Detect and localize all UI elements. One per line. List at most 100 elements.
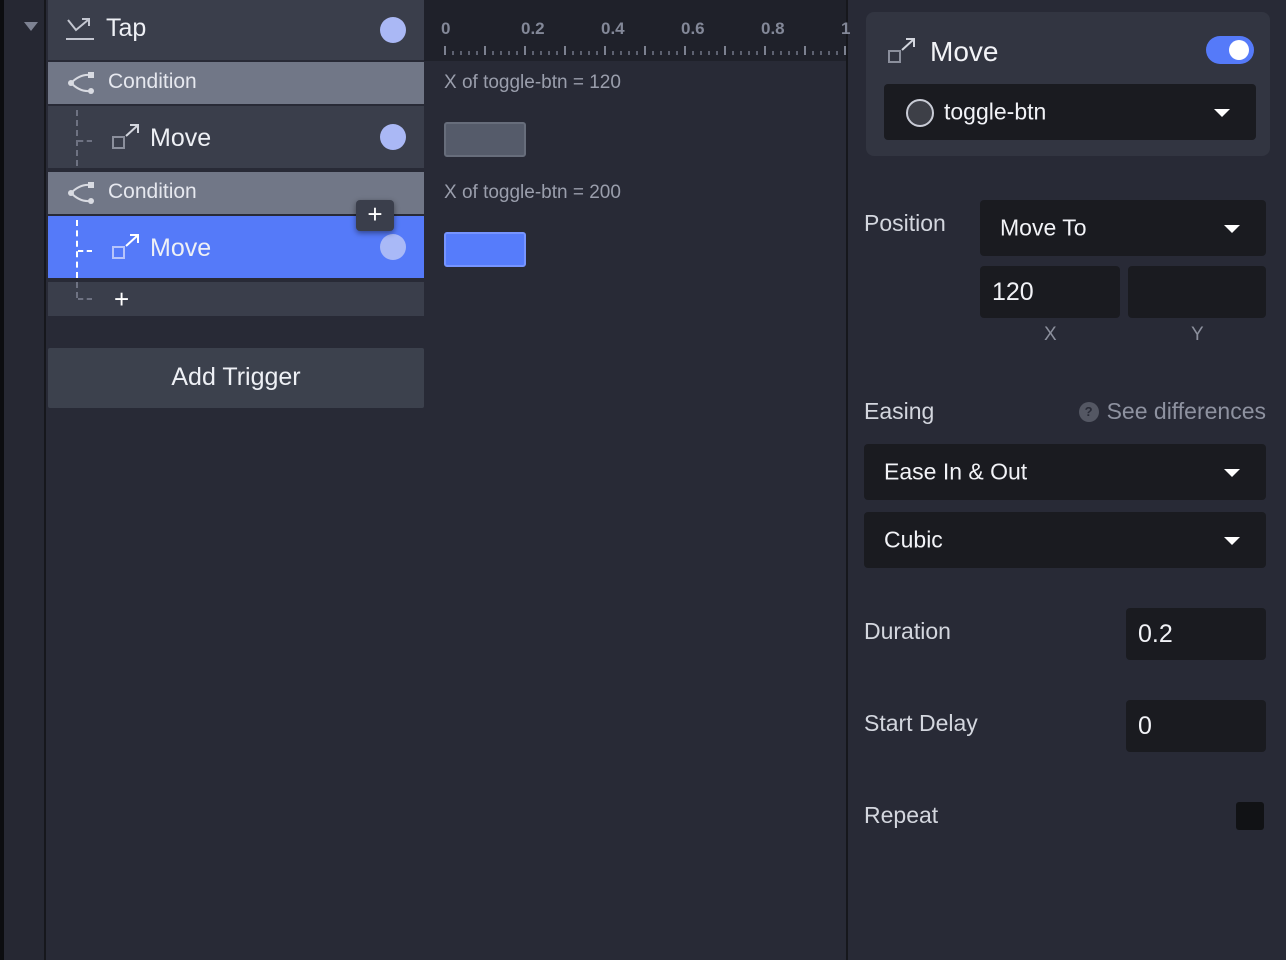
position-y-input[interactable]	[1128, 266, 1266, 318]
repeat-checkbox[interactable]	[1236, 802, 1264, 830]
ruler-minor-tick	[828, 51, 830, 55]
timeline-bar-selected[interactable]	[444, 232, 526, 267]
ruler-major-tick	[764, 46, 766, 55]
layer-circle-icon	[906, 99, 934, 127]
ruler-minor-tick	[596, 51, 598, 55]
status-dot[interactable]	[380, 124, 406, 150]
ruler-minor-tick	[636, 51, 638, 55]
timeline-bar[interactable]	[444, 122, 526, 157]
condition-label: Condition	[108, 70, 197, 93]
action-label: Move	[150, 124, 212, 152]
tree-connector	[76, 220, 78, 278]
move-icon	[112, 124, 139, 149]
toggle-knob	[1229, 40, 1249, 60]
enable-toggle[interactable]	[1206, 36, 1254, 64]
caret-down-icon	[1224, 225, 1240, 233]
ruler-minor-tick	[692, 51, 694, 55]
add-trigger-button[interactable]: Add Trigger	[48, 348, 424, 408]
see-differences-text: See differences	[1106, 398, 1266, 424]
ruler-minor-tick	[628, 51, 630, 55]
target-layer-select[interactable]: toggle-btn	[884, 84, 1256, 140]
ruler-minor-tick	[708, 51, 710, 55]
ruler-minor-tick	[748, 51, 750, 55]
ruler-minor-tick	[588, 51, 590, 55]
move-icon	[888, 38, 915, 63]
timeline-panel: 0 0.2 0.4 0.6 0.8 1 X of toggle-btn = 120 X o…	[424, 0, 850, 960]
easing-type-select[interactable]: Ease In & Out	[864, 444, 1266, 500]
ruler-major-tick	[684, 46, 686, 55]
ruler-minor-tick	[460, 51, 462, 55]
ruler-minor-tick	[556, 51, 558, 55]
action-title: Move	[930, 36, 999, 67]
action-row-move[interactable]: Move	[48, 106, 424, 168]
condition-icon	[68, 182, 94, 204]
ruler-tick-label: 0	[441, 19, 451, 38]
status-dot[interactable]	[380, 17, 406, 43]
ruler-minor-tick	[580, 51, 582, 55]
tree-connector	[76, 282, 78, 298]
time-ruler[interactable]: 0 0.2 0.4 0.6 0.8 1	[424, 0, 850, 61]
add-action-button[interactable]: +	[114, 286, 129, 312]
easing-curve-value: Cubic	[884, 526, 943, 553]
insert-condition-button[interactable]: +	[356, 200, 394, 231]
help-icon: ?	[1078, 401, 1099, 422]
duration-label: Duration	[864, 618, 951, 644]
ruler-major-tick	[524, 46, 526, 55]
ruler-minor-tick	[676, 51, 678, 55]
ruler-minor-tick	[516, 51, 518, 55]
easing-curve-select[interactable]: Cubic	[864, 512, 1266, 568]
duration-input[interactable]: 0.2	[1126, 608, 1266, 660]
ruler-tick-label: 0.4	[601, 19, 625, 38]
ruler-minor-tick	[492, 51, 494, 55]
ruler-minor-tick	[612, 51, 614, 55]
ruler-minor-tick	[620, 51, 622, 55]
tree-connector-branch	[78, 140, 92, 142]
ruler-major-tick	[604, 46, 606, 55]
ruler-minor-tick	[668, 51, 670, 55]
collapse-triangle-icon[interactable]	[24, 22, 38, 31]
condition-label: Condition	[108, 180, 197, 203]
tree-gutter	[4, 0, 46, 960]
position-mode-select[interactable]: Move To	[980, 200, 1266, 256]
action-label: Move	[150, 234, 212, 262]
interaction-tree: Tap Condition Move Condition Move + + Ad…	[48, 0, 424, 960]
condition-icon	[68, 72, 94, 94]
ruler-major-tick	[724, 46, 726, 55]
ruler-tick-label: 0.2	[521, 19, 545, 38]
x-axis-label: X	[1044, 324, 1057, 345]
ruler-major-tick	[804, 46, 806, 55]
trigger-row-tap[interactable]: Tap	[48, 0, 424, 60]
start-delay-label: Start Delay	[864, 710, 978, 736]
status-dot[interactable]	[380, 234, 406, 260]
ruler-minor-tick	[572, 51, 574, 55]
condition-row[interactable]: Condition	[48, 62, 424, 104]
ruler-minor-tick	[476, 51, 478, 55]
move-icon	[112, 234, 139, 259]
ruler-minor-tick	[812, 51, 814, 55]
see-differences-link[interactable]: ? See differences	[1078, 398, 1266, 425]
repeat-label: Repeat	[864, 802, 939, 828]
easing-label: Easing	[864, 398, 935, 424]
action-header-card: Move toggle-btn	[866, 12, 1270, 156]
ruler-minor-tick	[532, 51, 534, 55]
caret-down-icon	[1214, 109, 1230, 117]
ruler-major-tick	[564, 46, 566, 55]
ruler-minor-tick	[788, 51, 790, 55]
ruler-minor-tick	[740, 51, 742, 55]
add-action-row[interactable]: +	[48, 282, 424, 316]
position-mode-value: Move To	[1000, 214, 1087, 241]
tree-connector-branch	[78, 250, 92, 252]
ruler-minor-tick	[716, 51, 718, 55]
condition-summary: X of toggle-btn = 200	[444, 182, 621, 203]
ruler-minor-tick	[452, 51, 454, 55]
start-delay-input[interactable]: 0	[1126, 700, 1266, 752]
caret-down-icon	[1224, 537, 1240, 545]
target-value: toggle-btn	[944, 98, 1047, 125]
inspector-panel: Move toggle-btn Position Move To 120 X Y…	[850, 0, 1286, 960]
ruler-minor-tick	[772, 51, 774, 55]
ruler-major-tick	[484, 46, 486, 55]
trigger-label: Tap	[106, 14, 147, 42]
ruler-major-tick	[844, 46, 846, 55]
position-x-input[interactable]: 120	[980, 266, 1120, 318]
ruler-minor-tick	[540, 51, 542, 55]
